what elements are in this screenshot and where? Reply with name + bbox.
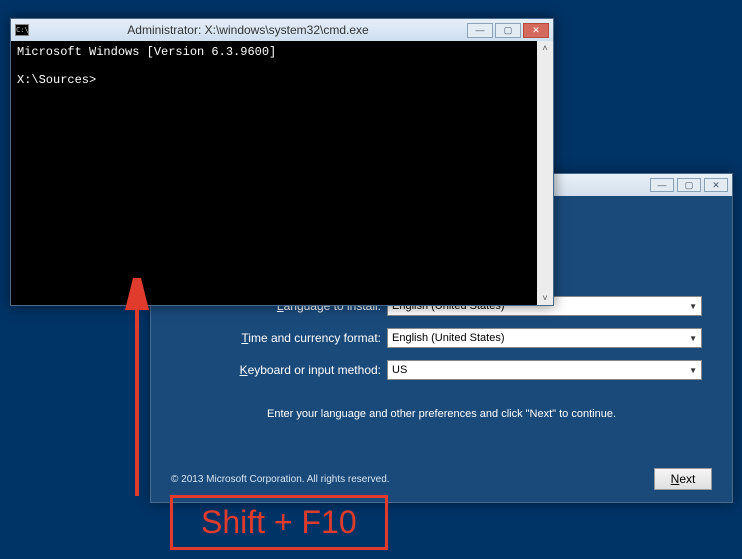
cmd-scrollbar[interactable]: ˄ ˅ (537, 41, 553, 305)
cmd-window: C:\ Administrator: X:\windows\system32\c… (10, 18, 554, 306)
keyboard-select[interactable]: US (387, 360, 702, 380)
setup-hint: Enter your language and other preference… (181, 408, 702, 420)
annotation-arrow-icon (122, 278, 152, 508)
keyboard-label: Keyboard or input method: (181, 363, 381, 377)
cmd-console-output[interactable]: Microsoft Windows [Version 6.3.9600] X:\… (11, 41, 537, 305)
time-row: Time and currency format: English (Unite… (181, 328, 702, 348)
setup-close-button[interactable]: ✕ (704, 178, 728, 192)
time-select[interactable]: English (United States) (387, 328, 702, 348)
annotation-box: Shift + F10 (170, 495, 388, 550)
annotation-text: Shift + F10 (201, 504, 357, 541)
keyboard-row: Keyboard or input method: US (181, 360, 702, 380)
cmd-minimize-button[interactable]: — (467, 23, 493, 38)
scroll-up-icon[interactable]: ˄ (542, 43, 547, 53)
cmd-title: Administrator: X:\windows\system32\cmd.e… (35, 23, 461, 37)
setup-minimize-button[interactable]: — (650, 178, 674, 192)
copyright-text: © 2013 Microsoft Corporation. All rights… (171, 474, 390, 485)
time-label: Time and currency format: (181, 331, 381, 345)
next-button[interactable]: Next (654, 468, 712, 490)
cmd-close-button[interactable]: ✕ (523, 23, 549, 38)
cmd-body-wrap: Microsoft Windows [Version 6.3.9600] X:\… (11, 41, 553, 305)
cmd-icon: C:\ (15, 24, 29, 36)
setup-footer: © 2013 Microsoft Corporation. All rights… (171, 468, 712, 490)
cmd-maximize-button[interactable]: ▢ (495, 23, 521, 38)
setup-maximize-button[interactable]: ▢ (677, 178, 701, 192)
cmd-titlebar[interactable]: C:\ Administrator: X:\windows\system32\c… (11, 19, 553, 41)
scroll-down-icon[interactable]: ˅ (542, 293, 547, 303)
